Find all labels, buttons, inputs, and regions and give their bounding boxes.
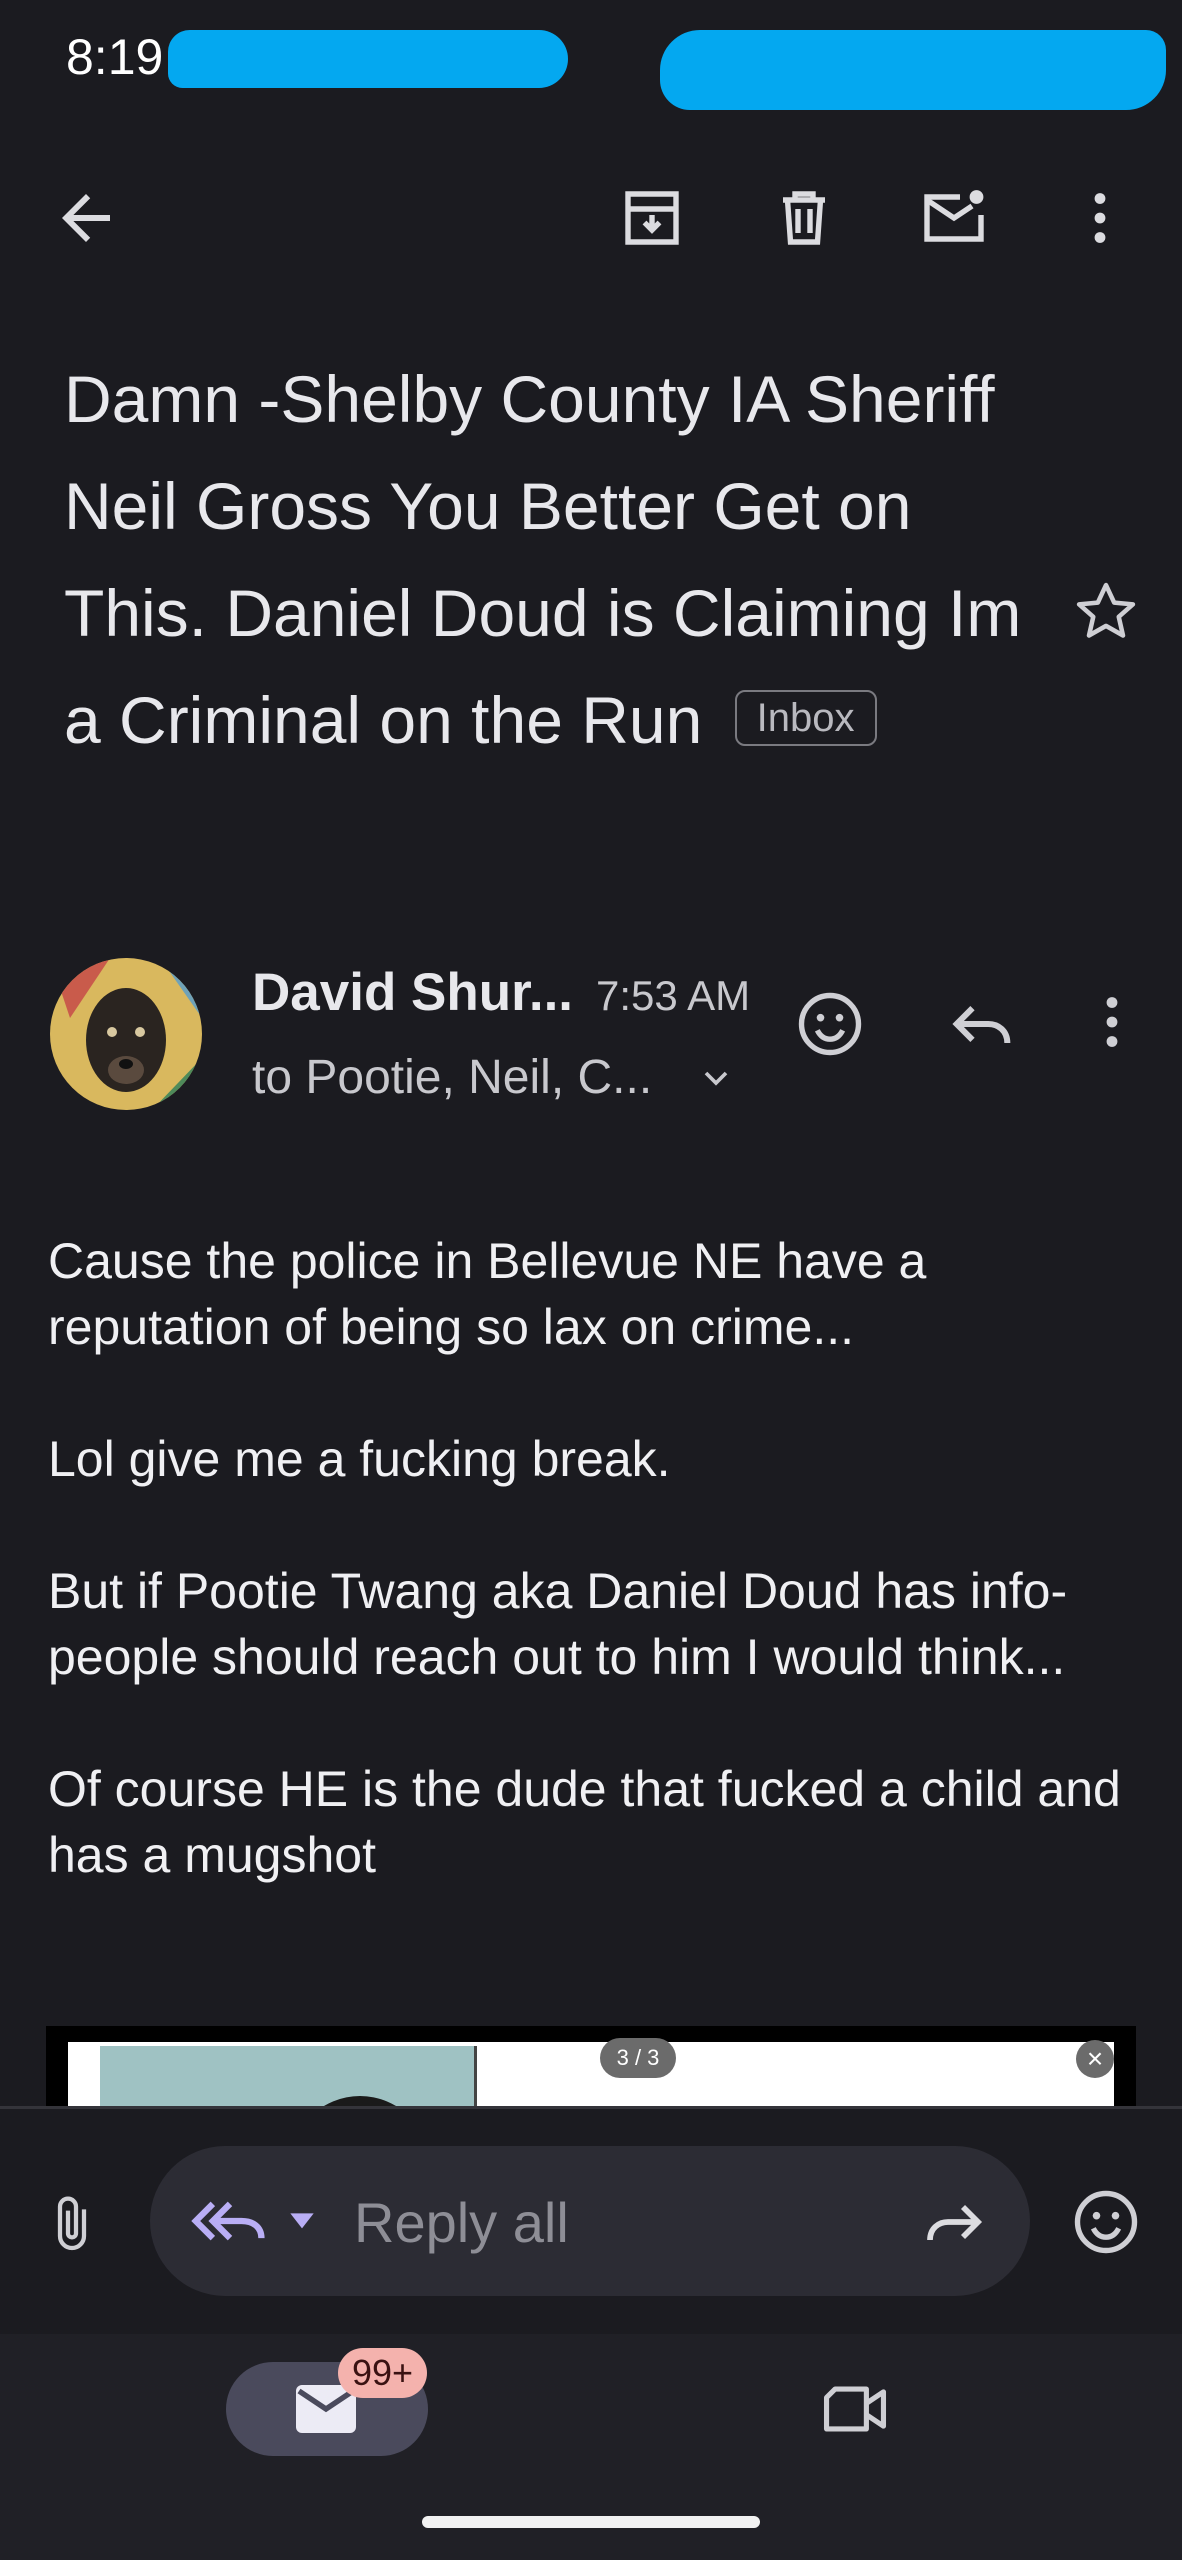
emoji-reaction-icon[interactable] bbox=[792, 986, 868, 1062]
reply-all-icon[interactable] bbox=[190, 2186, 270, 2256]
attachment-counter: 3 / 3 bbox=[600, 2038, 676, 2078]
sender-name[interactable]: David Shur... bbox=[252, 962, 573, 1023]
more-vertical-icon[interactable] bbox=[1064, 182, 1136, 254]
mugshot-photo bbox=[100, 2046, 477, 2106]
close-icon[interactable]: × bbox=[1076, 2040, 1114, 2078]
body-paragraph: Cause the police in Bellevue NE have a r… bbox=[48, 1233, 927, 1355]
email-subject: Damn -Shelby County IA Sheriff Neil Gros… bbox=[64, 346, 1024, 774]
unread-count-badge: 99+ bbox=[338, 2348, 428, 2398]
sender-avatar[interactable] bbox=[50, 958, 202, 1110]
archive-icon[interactable] bbox=[616, 182, 688, 254]
sent-time: 7:53 AM bbox=[596, 972, 751, 1019]
subject-text: Damn -Shelby County IA Sheriff Neil Gros… bbox=[64, 362, 1022, 757]
paperclip-icon[interactable] bbox=[40, 2186, 104, 2262]
video-meet-icon[interactable] bbox=[818, 2376, 892, 2442]
mail-unread-icon[interactable] bbox=[918, 182, 990, 254]
email-body: Cause the police in Bellevue NE have a r… bbox=[48, 1228, 1148, 1954]
star-icon[interactable] bbox=[1072, 578, 1140, 646]
redaction-mark bbox=[168, 30, 568, 88]
home-indicator[interactable] bbox=[422, 2516, 760, 2528]
message-more-icon[interactable] bbox=[1076, 986, 1148, 1058]
redaction-mark bbox=[660, 30, 1166, 110]
back-arrow-icon[interactable] bbox=[50, 182, 122, 254]
body-paragraph: Of course HE is the dude that fucked a c… bbox=[48, 1761, 1121, 1883]
inbox-label-chip[interactable]: Inbox bbox=[734, 689, 877, 746]
body-paragraph: Lol give me a fucking break. bbox=[48, 1431, 671, 1487]
reply-all-placeholder[interactable]: Reply all bbox=[354, 2190, 569, 2255]
trash-icon[interactable] bbox=[768, 182, 840, 254]
emoji-icon[interactable] bbox=[1068, 2184, 1144, 2260]
image-attachment-preview[interactable]: 3 / 3 × bbox=[46, 2026, 1136, 2106]
reply-icon[interactable] bbox=[944, 986, 1020, 1062]
dropdown-triangle-icon[interactable] bbox=[282, 2200, 322, 2240]
mugshot-head bbox=[290, 2096, 430, 2106]
chevron-down-icon[interactable] bbox=[696, 1058, 736, 1098]
forward-icon[interactable] bbox=[918, 2186, 990, 2258]
body-paragraph: But if Pootie Twang aka Daniel Doud has … bbox=[48, 1563, 1068, 1685]
recipients-summary[interactable]: to Pootie, Neil, C... bbox=[252, 1050, 652, 1105]
status-time: 8:19 bbox=[66, 29, 164, 85]
